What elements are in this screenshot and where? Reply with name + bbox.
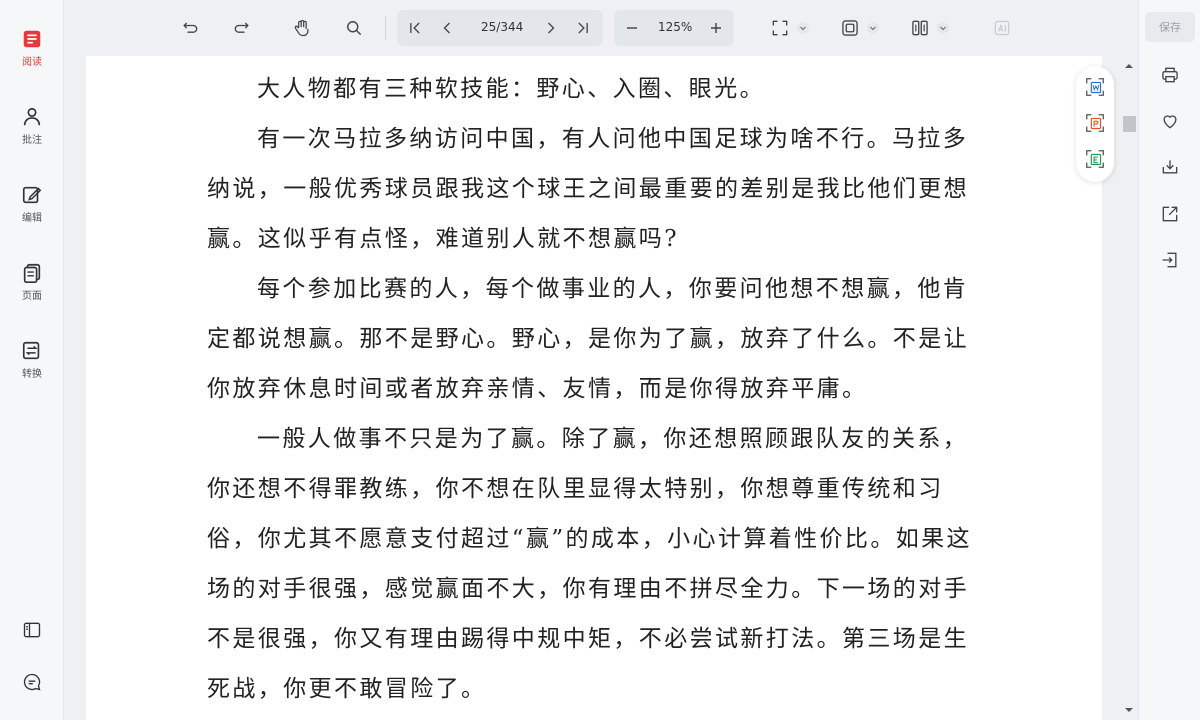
ai-assistant-button[interactable] [988, 14, 1016, 42]
share-button[interactable] [1158, 202, 1182, 226]
chevron-down-icon [940, 26, 946, 31]
export-ppt-icon[interactable] [1084, 112, 1106, 134]
nav-item-label: 编辑 [22, 213, 42, 224]
ai-icon [994, 20, 1010, 36]
paragraph: 一般人做事不只是为了赢。除了赢，你还想照顾跟队友的关系，你还想不得罪教练，你不想… [207, 426, 972, 702]
feedback-button[interactable] [20, 670, 44, 694]
fullscreen-button[interactable] [766, 14, 794, 42]
layout-options-dropdown[interactable] [937, 22, 949, 34]
fullscreen-icon [772, 20, 788, 36]
search-button[interactable] [340, 14, 368, 42]
undo-button[interactable] [176, 14, 204, 42]
fit-page-icon [842, 20, 858, 36]
toolbar: 25/344 125% [64, 0, 1138, 56]
nav-item-label: 批注 [22, 135, 42, 146]
chat-icon [23, 673, 41, 691]
hand-tool-button[interactable] [288, 14, 316, 42]
panel-layout-button[interactable] [20, 618, 44, 642]
nav-item-annotate[interactable]: 批注 [0, 106, 64, 146]
exit-icon [1162, 252, 1177, 268]
nav-item-label: 转换 [22, 369, 42, 380]
favorite-button[interactable] [1158, 109, 1182, 133]
redo-button[interactable] [228, 14, 256, 42]
first-page-button[interactable] [401, 14, 429, 42]
fit-options-dropdown[interactable] [867, 22, 879, 34]
save-button[interactable]: 保存 [1145, 12, 1195, 42]
paragraph: 有一次马拉多纳访问中国，有人问他中国足球为啥不行。马拉多纳说，一般优秀球员跟我这… [207, 126, 969, 252]
edit-icon [22, 186, 42, 204]
undo-icon [183, 22, 198, 33]
download-button[interactable] [1158, 155, 1182, 179]
plus-icon [711, 23, 721, 33]
book-icon [23, 30, 41, 48]
zoom-level[interactable]: 125% [658, 20, 692, 34]
previous-page-button[interactable] [433, 14, 461, 42]
scrollbar-thumb[interactable] [1123, 116, 1136, 132]
nav-item-pages[interactable]: 页面 [0, 262, 64, 302]
first-page-icon [410, 22, 420, 34]
paragraph: 每个参加比赛的人，每个做事业的人，你要问他想不想赢，他肯定都说想赢。那不是野心。… [207, 276, 969, 402]
toolbar-divider [385, 16, 386, 40]
convert-icon [22, 341, 40, 360]
page-layout-button[interactable] [906, 14, 934, 42]
share-icon [1162, 206, 1178, 222]
left-sidebar: 阅读 批注 编辑 页面 转换 [0, 0, 64, 720]
scroll-down-icon[interactable] [1124, 706, 1134, 714]
zoom-in-button[interactable] [702, 14, 730, 42]
redo-icon [234, 22, 249, 33]
minus-icon [627, 27, 637, 29]
nav-item-edit[interactable]: 编辑 [0, 184, 64, 224]
export-excel-icon[interactable] [1084, 148, 1106, 170]
print-icon [1162, 67, 1178, 83]
nav-item-label: 阅读 [22, 57, 42, 68]
search-icon [347, 21, 362, 36]
next-page-button[interactable] [537, 14, 565, 42]
print-button[interactable] [1158, 63, 1182, 87]
exit-button[interactable] [1158, 248, 1182, 272]
panel-layout-icon [23, 622, 41, 638]
page-indicator[interactable]: 25/344 [481, 20, 523, 34]
download-icon [1162, 160, 1178, 174]
vertical-scrollbar[interactable] [1120, 56, 1138, 720]
nav-item-convert[interactable]: 转换 [0, 340, 64, 380]
document-page: 大人物都有三种软技能：野心、入圈、眼光。 有一次马拉多纳访问中国，有人问他中国足… [86, 56, 1102, 720]
last-page-icon [578, 22, 588, 34]
favorite-icon [1163, 115, 1177, 129]
chevron-left-icon [443, 22, 450, 34]
export-panel [1076, 66, 1114, 182]
nav-item-label: 页面 [22, 291, 42, 302]
annotate-icon [23, 107, 41, 126]
paragraph: 大人物都有三种软技能：野心、入圈、眼光。 [257, 76, 765, 102]
export-word-icon[interactable] [1084, 76, 1106, 98]
hand-icon [294, 19, 309, 37]
chevron-down-icon [800, 26, 806, 31]
page-navigation-group: 25/344 [397, 10, 603, 46]
fit-page-button[interactable] [836, 14, 864, 42]
last-page-button[interactable] [569, 14, 597, 42]
two-page-icon [912, 20, 928, 36]
right-sidebar: 保存 [1138, 0, 1200, 720]
chevron-down-icon [870, 26, 876, 31]
zoom-out-button[interactable] [618, 14, 646, 42]
chevron-right-icon [548, 22, 555, 34]
pages-icon [23, 263, 41, 283]
scroll-up-icon[interactable] [1124, 62, 1134, 70]
nav-item-read[interactable]: 阅读 [0, 28, 64, 68]
zoom-group: 125% [614, 10, 734, 46]
fullscreen-options-dropdown[interactable] [797, 22, 809, 34]
